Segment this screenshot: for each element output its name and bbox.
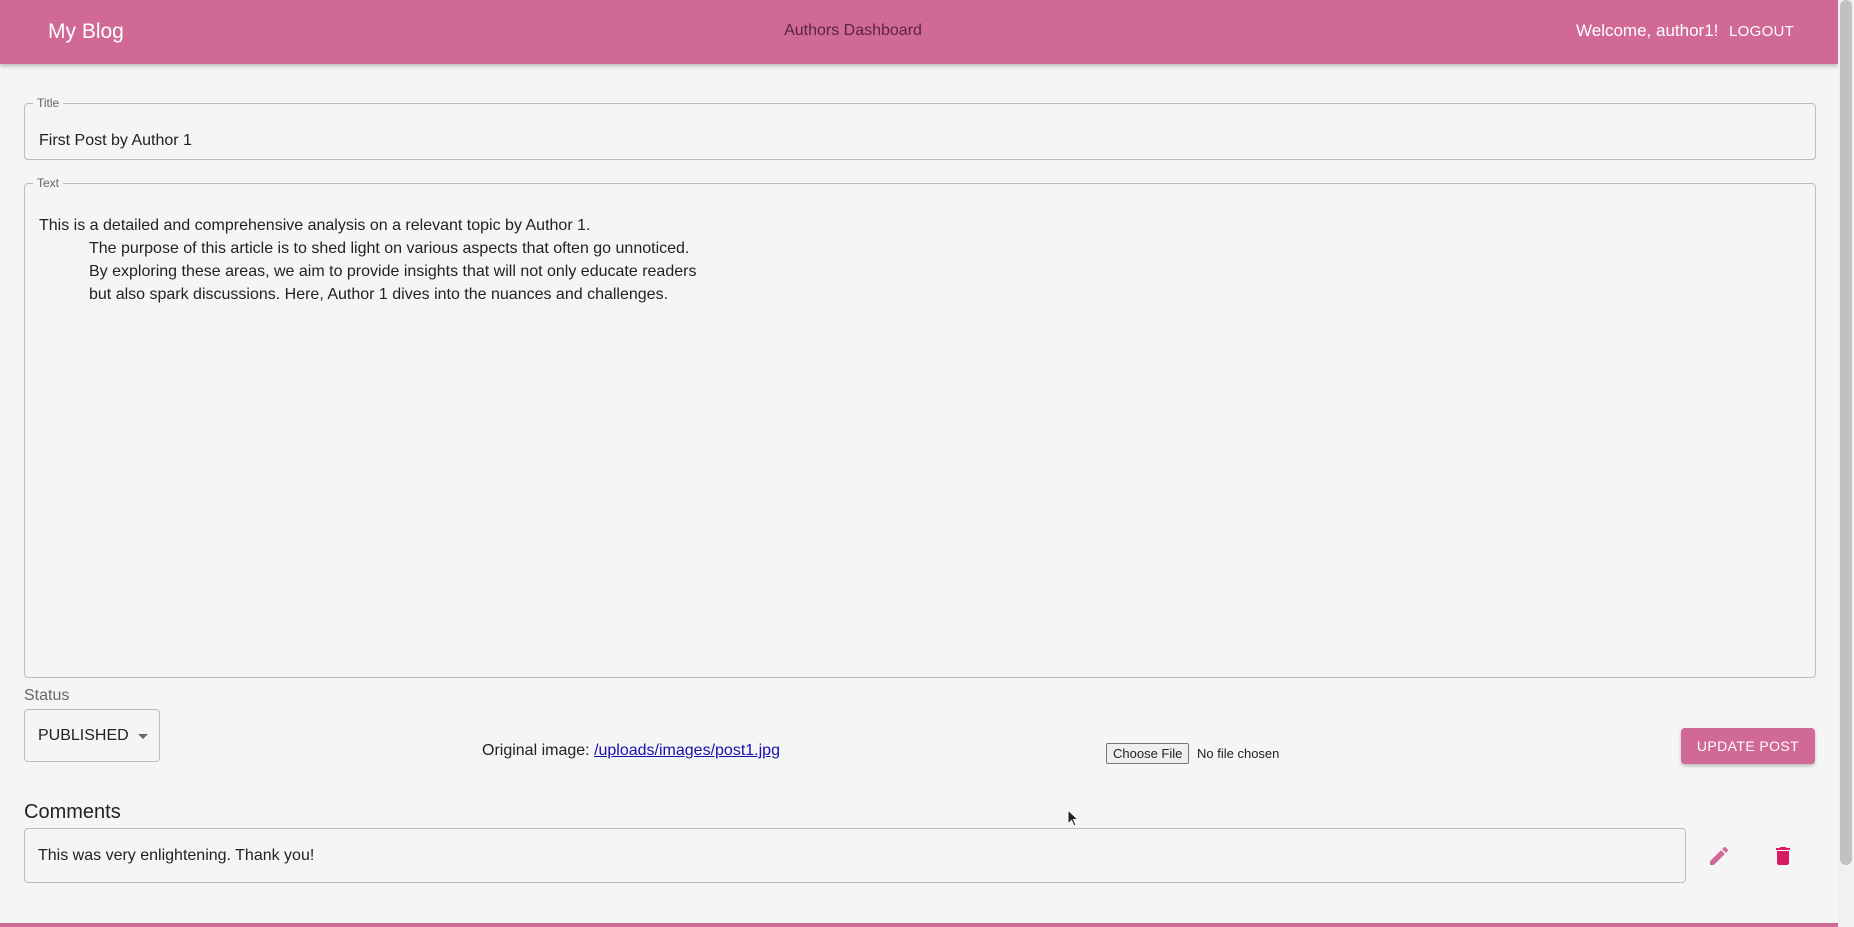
comment-item[interactable]: This was very enlightening. Thank you! xyxy=(24,828,1686,883)
comments-heading: Comments xyxy=(24,801,121,823)
original-image-link[interactable]: /uploads/images/post1.jpg xyxy=(594,742,780,759)
text-line: This is a detailed and comprehensive ana… xyxy=(39,217,591,234)
status-select[interactable]: PUBLISHED xyxy=(24,709,160,762)
original-image-label: Original image: xyxy=(482,742,590,759)
mouse-cursor-icon xyxy=(1067,809,1080,827)
file-status: No file chosen xyxy=(1197,746,1280,761)
app-bar: My Blog Authors Dashboard Welcome, autho… xyxy=(0,0,1838,64)
dashboard-title: Authors Dashboard xyxy=(784,22,922,39)
choose-file-button[interactable]: Choose File xyxy=(1106,743,1190,764)
delete-comment-button[interactable] xyxy=(1763,836,1803,876)
text-line: but also spark discussions. Here, Author… xyxy=(89,286,669,303)
comment-text: This was very enlightening. Thank you! xyxy=(38,847,315,864)
text-line: The purpose of this article is to shed l… xyxy=(89,240,690,257)
text-field-label: Text xyxy=(37,176,60,190)
text-field[interactable]: Text This is a detailed and comprehensiv… xyxy=(24,177,1816,678)
original-image: Original image: /uploads/images/post1.jp… xyxy=(482,742,780,760)
pencil-icon xyxy=(1710,846,1729,865)
title-field-label: Title xyxy=(37,96,60,110)
text-line: By exploring these areas, we aim to prov… xyxy=(89,263,697,280)
title-field[interactable]: Title First Post by Author 1 xyxy=(24,97,1816,160)
text-area[interactable]: This is a detailed and comprehensive ana… xyxy=(39,214,696,306)
trash-icon xyxy=(1776,847,1790,865)
file-input[interactable]: Choose File No file chosen xyxy=(1106,743,1279,764)
edit-comment-button[interactable] xyxy=(1699,836,1739,876)
status-label: Status xyxy=(24,687,70,704)
welcome-message: Welcome, author1! xyxy=(1576,21,1719,40)
logout-button[interactable]: LOGOUT xyxy=(1729,23,1794,40)
page-scrollbar[interactable] xyxy=(1838,0,1854,927)
scrollbar-thumb[interactable] xyxy=(1840,0,1852,865)
title-input[interactable]: First Post by Author 1 xyxy=(39,132,192,150)
status-value: PUBLISHED xyxy=(38,727,129,744)
dropdown-caret-icon xyxy=(138,734,148,739)
footer-strip xyxy=(0,923,1838,927)
update-post-button[interactable]: UPDATE POST xyxy=(1681,728,1815,764)
